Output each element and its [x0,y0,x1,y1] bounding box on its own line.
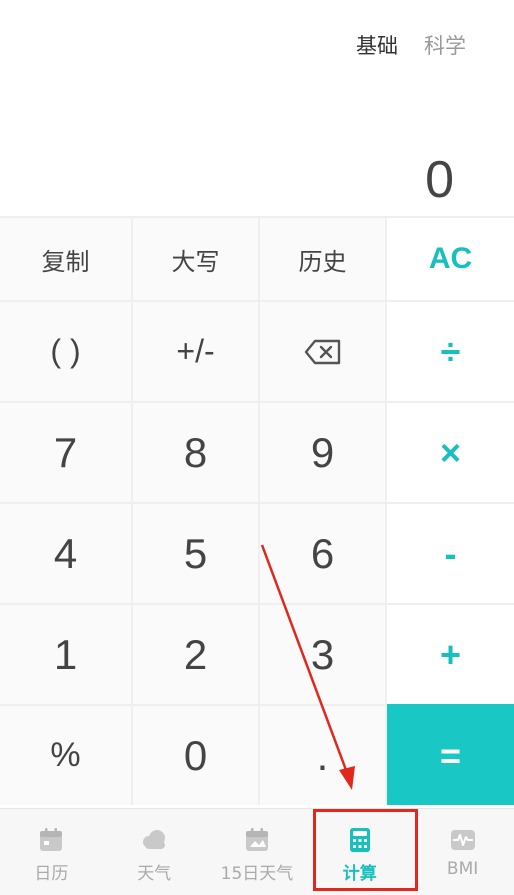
digit-3-button[interactable]: 3 [260,603,387,704]
nav-label: 计算 [342,864,377,884]
key-row-2: ( ) +/- ÷ [0,300,514,401]
calendar-weather-icon [245,828,268,851]
tab-scientific[interactable]: 科学 [424,30,466,60]
parentheses-button[interactable]: ( ) [0,300,133,401]
nav-label: BMI [446,859,479,879]
nav-item-15day-weather[interactable]: 15日天气 [206,809,309,895]
mode-tabs: 基础 科学 [356,30,466,60]
percent-button[interactable]: % [0,704,133,805]
nav-item-calculator[interactable]: 计算 [308,809,411,895]
subtract-button[interactable]: - [387,502,514,603]
digit-5-button[interactable]: 5 [133,502,260,603]
sign-toggle-button[interactable]: +/- [133,300,260,401]
cloud-icon [143,830,166,849]
calculator-app: 基础 科学 0 复制 大写 历史 AC ( ) +/- ÷ 7 8 9 × 4 … [0,0,514,895]
tab-basic[interactable]: 基础 [356,30,398,60]
calendar-icon [40,828,63,851]
uppercase-button[interactable]: 大写 [133,216,260,300]
nav-item-calendar[interactable]: 日历 [0,809,103,895]
digit-6-button[interactable]: 6 [260,502,387,603]
key-row-4: 4 5 6 - [0,502,514,603]
backspace-icon [304,339,340,364]
nav-label: 日历 [34,864,69,884]
result-display: 0 [425,151,454,209]
nav-label: 天气 [137,864,172,884]
digit-0-button[interactable]: 0 [133,704,260,805]
digit-4-button[interactable]: 4 [0,502,133,603]
digit-2-button[interactable]: 2 [133,603,260,704]
equals-button[interactable]: = [387,704,514,805]
copy-button[interactable]: 复制 [0,216,133,300]
key-row-functions: 复制 大写 历史 AC [0,216,514,300]
digit-1-button[interactable]: 1 [0,603,133,704]
backspace-button[interactable] [260,300,387,401]
history-button[interactable]: 历史 [260,216,387,300]
divide-button[interactable]: ÷ [387,300,514,401]
key-row-3: 7 8 9 × [0,401,514,502]
add-button[interactable]: + [387,603,514,704]
key-row-5: 1 2 3 + [0,603,514,704]
clear-button[interactable]: AC [387,216,514,300]
nav-item-weather[interactable]: 天气 [103,809,206,895]
heartbeat-icon [450,830,475,850]
digit-9-button[interactable]: 9 [260,401,387,502]
digit-8-button[interactable]: 8 [133,401,260,502]
keypad: 复制 大写 历史 AC ( ) +/- ÷ 7 8 9 × 4 5 6 - 1 … [0,216,514,805]
decimal-button[interactable]: . [260,704,387,805]
nav-item-bmi[interactable]: BMI [411,809,514,895]
digit-7-button[interactable]: 7 [0,401,133,502]
multiply-button[interactable]: × [387,401,514,502]
key-row-6: % 0 . = [0,704,514,805]
bottom-nav: 日历 天气 15日天气 计算 BMI [0,808,514,895]
nav-label: 15日天气 [220,864,294,884]
calculator-icon [349,828,370,852]
